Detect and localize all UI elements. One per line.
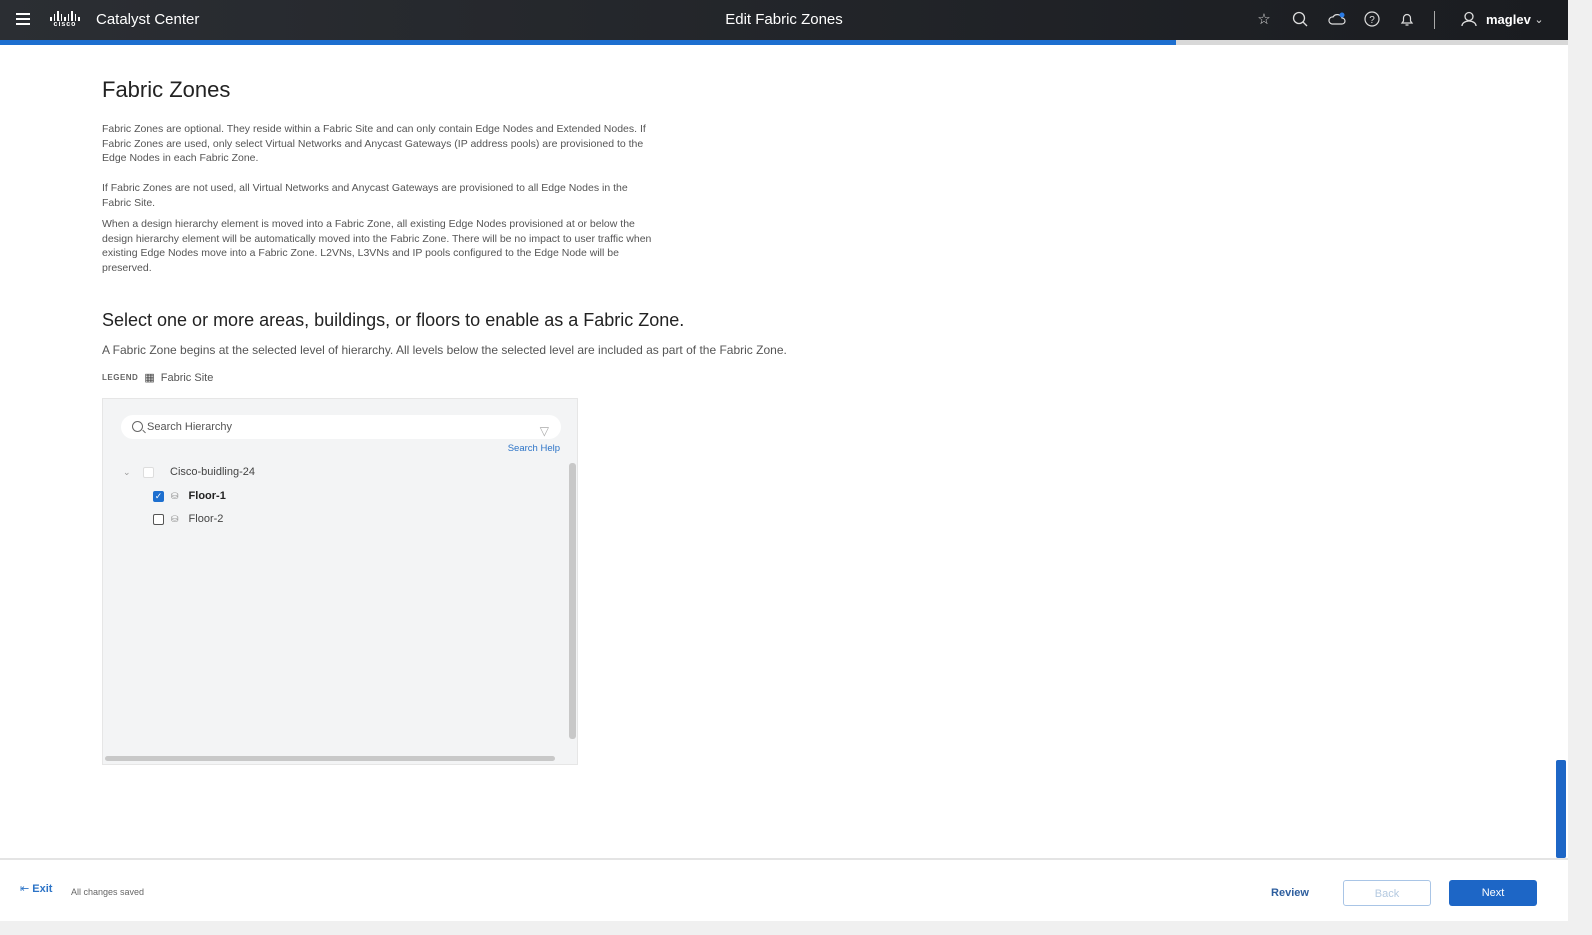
legend-item: Fabric Site: [160, 371, 214, 384]
user-icon[interactable]: [1460, 11, 1478, 29]
tree-node-floor[interactable]: ⛁ Floor-2: [153, 513, 223, 525]
divider: [1434, 11, 1435, 29]
wizard-progress-bar: [0, 40, 1568, 45]
star-icon[interactable]: ☆: [1255, 11, 1273, 29]
tree-node-floor[interactable]: ✓ ⛁ Floor-1: [153, 490, 226, 502]
description-paragraph: If Fabric Zones are not used, all Virtua…: [102, 182, 628, 209]
help-icon[interactable]: ?: [1363, 11, 1381, 29]
checkbox[interactable]: [153, 513, 164, 525]
username[interactable]: maglev: [1486, 12, 1531, 27]
floor-icon: ⛁: [171, 490, 179, 501]
tree-node-building[interactable]: ⌄ Cisco-buidling-24: [123, 466, 255, 478]
description-paragraph: When a design hierarchy element is moved…: [102, 218, 652, 274]
svg-text:?: ?: [1369, 15, 1375, 26]
tree-node-label: Floor-1: [188, 490, 226, 502]
checkbox: [143, 466, 154, 478]
floor-icon: ⛁: [171, 513, 179, 524]
search-hierarchy-input[interactable]: Search Hierarchy ▽: [121, 415, 561, 439]
page-scrollbar[interactable]: [1556, 760, 1566, 858]
legend-label: LEGEND: [102, 373, 139, 382]
progress-fill: [0, 40, 1176, 45]
back-button[interactable]: Back: [1343, 880, 1431, 906]
search-icon: [132, 421, 143, 432]
exit-icon: ⇤: [20, 883, 30, 895]
exit-label: Exit: [32, 883, 53, 895]
next-button[interactable]: Next: [1449, 880, 1537, 906]
exit-button[interactable]: ⇤ Exit: [20, 882, 52, 895]
search-icon[interactable]: [1291, 11, 1309, 29]
vertical-scrollbar[interactable]: [569, 463, 576, 739]
checkbox-checked[interactable]: ✓: [153, 490, 164, 502]
search-help-link[interactable]: Search Help: [508, 443, 560, 454]
app: cisco Catalyst Center Edit Fabric Zones …: [0, 0, 1568, 921]
section-heading: Select one or more areas, buildings, or …: [102, 310, 685, 330]
top-bar: cisco Catalyst Center Edit Fabric Zones …: [0, 0, 1568, 40]
review-button[interactable]: Review: [1260, 880, 1320, 906]
search-placeholder: Search Hierarchy: [147, 421, 232, 433]
hierarchy-tree-panel: Search Hierarchy ▽ Search Help ⌄ Cisco-bui…: [102, 398, 578, 765]
chevron-down-icon[interactable]: ⌄: [1530, 11, 1548, 29]
filter-icon[interactable]: ▽: [540, 419, 549, 443]
bell-icon[interactable]: [1398, 11, 1416, 29]
fabric-site-icon: ▦: [144, 372, 155, 384]
tree-node-label: Floor-2: [188, 513, 224, 525]
horizontal-scrollbar[interactable]: [105, 756, 555, 761]
section-subtitle: A Fabric Zone begins at the selected lev…: [102, 343, 787, 357]
wizard-footer: ⇤ Exit All changes saved Review Back Nex…: [0, 858, 1568, 921]
cloud-icon[interactable]: [1328, 11, 1346, 29]
page-heading: Fabric Zones: [102, 77, 231, 102]
legend: LEGEND ▦ Fabric Site: [102, 371, 214, 385]
description-paragraph: Fabric Zones are optional. They reside w…: [102, 123, 646, 165]
chevron-down-icon[interactable]: ⌄: [123, 467, 143, 478]
tree-node-label: Cisco-buidling-24: [170, 466, 255, 478]
save-status: All changes saved: [71, 887, 145, 897]
